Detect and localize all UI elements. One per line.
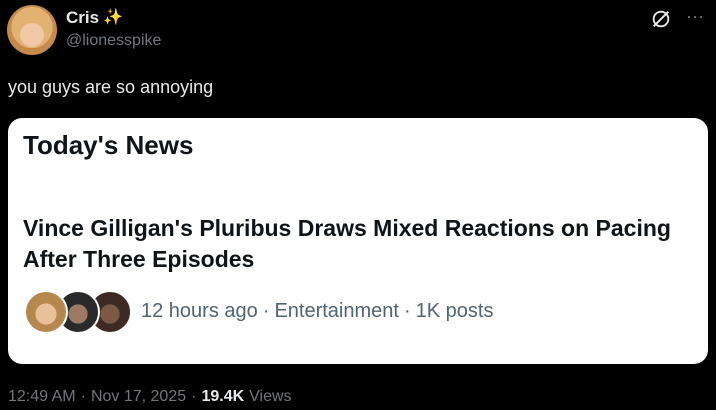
tweet-text: you guys are so annoying bbox=[8, 77, 214, 97]
separator: · bbox=[191, 388, 197, 405]
author-block: Cris ✨ @lionesspike bbox=[66, 6, 161, 50]
more-icon[interactable]: ··· bbox=[686, 6, 704, 27]
card-headline[interactable]: Vince Gilligan's Pluribus Draws Mixed Re… bbox=[23, 213, 683, 275]
card-heading: Today's News bbox=[23, 130, 194, 160]
tweet-time[interactable]: 12:49 AM bbox=[8, 388, 76, 406]
separator: · bbox=[403, 300, 411, 322]
name-row: Cris ✨ bbox=[66, 6, 161, 30]
separator: · bbox=[262, 300, 270, 322]
avatar[interactable] bbox=[7, 5, 57, 55]
card-time-ago: 12 hours ago bbox=[141, 300, 258, 322]
tweet: Cris ✨ @lionesspike ··· you guys are so … bbox=[0, 0, 716, 410]
views-label: Views bbox=[249, 388, 292, 405]
grok-icon[interactable] bbox=[650, 8, 672, 30]
tweet-meta: 12:49 AM · Nov 17, 2025 · 19.4K Views bbox=[8, 388, 292, 406]
user-handle[interactable]: @lionesspike bbox=[66, 32, 161, 50]
card-posts-count: 1K posts bbox=[415, 300, 494, 322]
tweet-date[interactable]: Nov 17, 2025 bbox=[91, 388, 186, 406]
separator: · bbox=[80, 388, 86, 405]
facepile-avatar bbox=[24, 290, 68, 334]
card-category: Entertainment bbox=[274, 300, 399, 322]
views-count: 19.4K bbox=[201, 388, 245, 405]
facepile bbox=[24, 290, 132, 334]
news-card[interactable]: Today's News Vince Gilligan's Pluribus D… bbox=[8, 118, 708, 364]
card-meta: 12 hours ago · Entertainment · 1K posts bbox=[141, 300, 493, 323]
display-name[interactable]: Cris bbox=[66, 8, 99, 28]
sparkle-emoji: ✨ bbox=[103, 9, 123, 26]
